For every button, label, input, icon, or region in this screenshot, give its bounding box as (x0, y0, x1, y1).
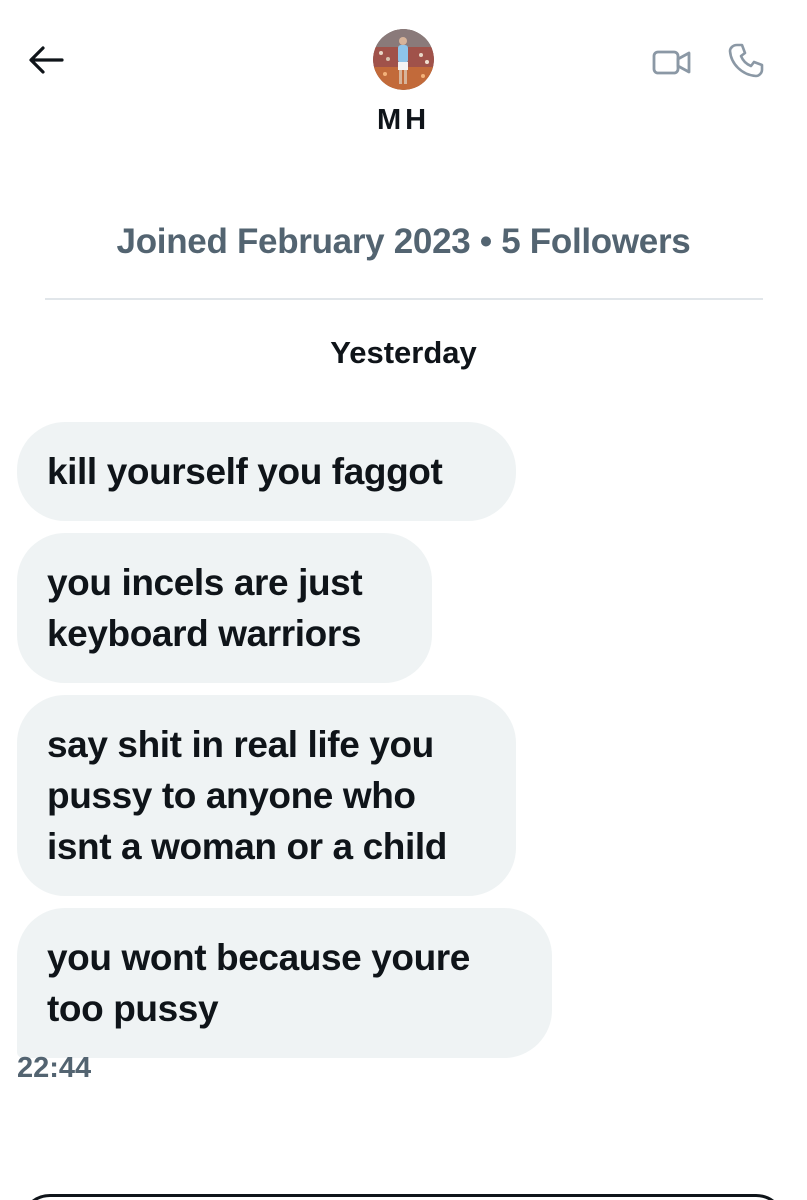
message-composer[interactable] (20, 1194, 786, 1200)
message-timestamp: 22:44 (17, 1052, 92, 1084)
avatar[interactable] (373, 29, 434, 90)
conversation-username[interactable]: MH (0, 104, 807, 137)
phone-icon (728, 43, 764, 78)
message-bubble[interactable]: say shit in real life you pussy to anyon… (17, 695, 516, 896)
arrow-left-icon (29, 46, 64, 74)
video-call-button[interactable] (648, 40, 696, 84)
profile-photo-icon (373, 29, 434, 90)
back-button[interactable] (22, 38, 70, 82)
divider (45, 298, 763, 300)
phone-call-button[interactable] (722, 36, 770, 84)
video-camera-icon (652, 50, 691, 75)
profile-join-followers: Joined February 2023 • 5 Followers (116, 222, 691, 261)
message-bubble[interactable]: you incels are just keyboard warriors (17, 533, 432, 683)
message-bubble[interactable]: kill yourself you faggot (17, 422, 516, 521)
date-separator: Yesterday (330, 335, 477, 370)
dm-conversation-screen: MH Joined February 2023 • 5 Followers Ye… (0, 0, 807, 1200)
message-bubble[interactable]: you wont because youre too pussy (17, 908, 552, 1058)
message-list: kill yourself you faggot you incels are … (17, 422, 577, 1070)
